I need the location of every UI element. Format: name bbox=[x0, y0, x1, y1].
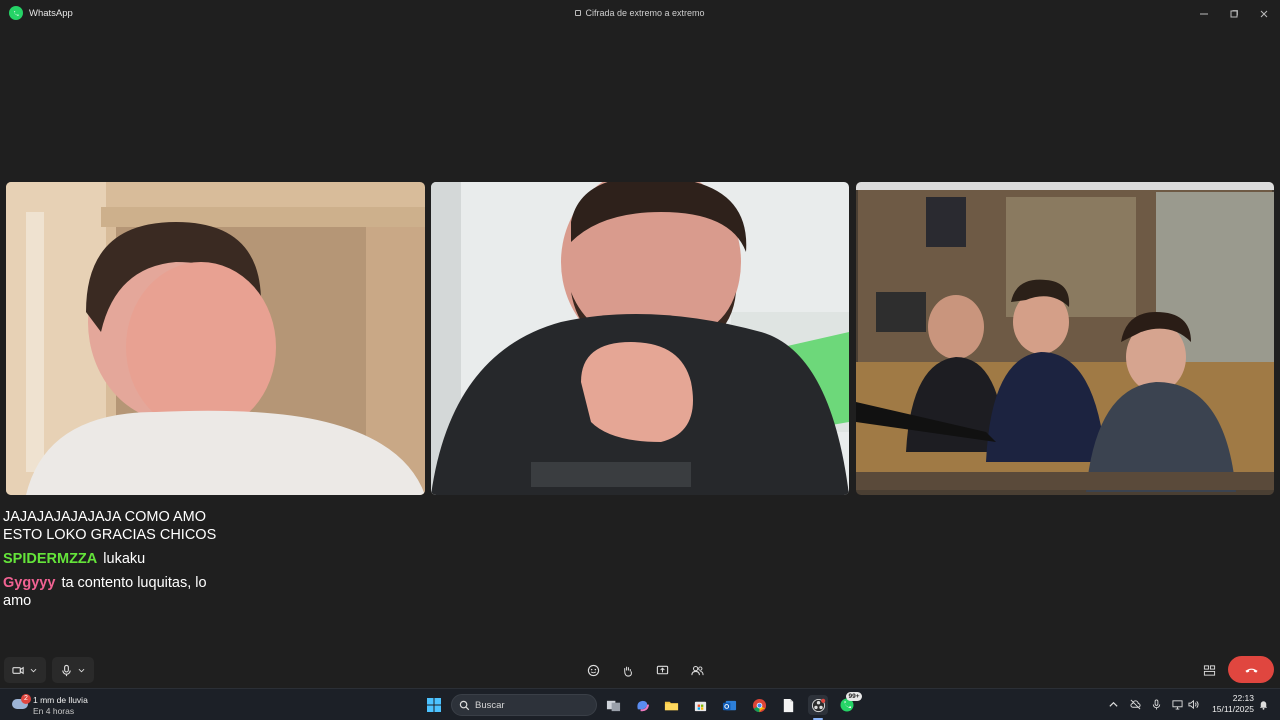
taskbar-search[interactable]: Buscar bbox=[451, 694, 597, 716]
title-bar: WhatsApp Cifrada de extremo a extremo bbox=[0, 0, 1280, 28]
file-explorer-button[interactable] bbox=[661, 695, 681, 715]
tray-overflow-button[interactable] bbox=[1106, 697, 1120, 711]
minimize-button[interactable] bbox=[1188, 0, 1220, 28]
participant-video-1[interactable] bbox=[6, 182, 425, 495]
participant-video-3[interactable] bbox=[856, 182, 1274, 495]
tray-network-button[interactable] bbox=[1170, 697, 1184, 711]
windows-logo-icon bbox=[427, 698, 441, 712]
share-screen-icon bbox=[656, 665, 668, 674]
emoji-icon bbox=[587, 664, 599, 676]
weather-line-2: En 4 horas bbox=[33, 706, 75, 716]
camera-toggle-button[interactable] bbox=[4, 657, 46, 683]
outlook-button[interactable] bbox=[719, 695, 739, 715]
tray-volume-button[interactable] bbox=[1186, 697, 1200, 711]
chat-username: SPIDERMZZA bbox=[3, 551, 98, 567]
notepad-button[interactable] bbox=[778, 695, 798, 715]
notification-badge: 2 bbox=[21, 694, 31, 704]
chrome-icon bbox=[752, 698, 766, 712]
start-button[interactable] bbox=[424, 695, 444, 715]
folder-icon bbox=[664, 701, 678, 710]
chat-message-text: JAJAJAJAJAJAJA COMO AMO ESTO LOKO GRACIA… bbox=[3, 509, 217, 543]
call-controls-bar bbox=[0, 652, 1280, 688]
encryption-label: Cifrada de extremo a extremo bbox=[585, 8, 705, 18]
participant-video-1-frame bbox=[6, 182, 425, 495]
close-button[interactable] bbox=[1248, 0, 1280, 28]
document-icon bbox=[783, 698, 793, 712]
video-camera-icon bbox=[12, 666, 24, 674]
add-participant-icon bbox=[690, 665, 704, 675]
store-button[interactable] bbox=[690, 695, 710, 715]
raise-hand-button[interactable] bbox=[616, 657, 638, 683]
tray-microphone-button[interactable] bbox=[1149, 697, 1163, 711]
tray-cloud-button[interactable] bbox=[1128, 697, 1142, 711]
microphone-toggle-button[interactable] bbox=[52, 657, 94, 683]
task-view-icon bbox=[606, 700, 620, 711]
chat-message: SPIDERMZZA lukaku bbox=[3, 550, 233, 568]
speaker-icon bbox=[1187, 699, 1199, 709]
task-view-button[interactable] bbox=[603, 695, 623, 715]
raise-hand-icon bbox=[623, 666, 632, 677]
participant-video-3-frame bbox=[856, 182, 1274, 495]
participant-video-2-frame bbox=[431, 182, 849, 495]
copilot-button[interactable] bbox=[632, 695, 652, 715]
copilot-icon bbox=[636, 700, 649, 711]
cloud-off-icon bbox=[1129, 699, 1141, 709]
recording-app-icon bbox=[811, 698, 825, 712]
share-screen-button[interactable] bbox=[651, 657, 673, 683]
obs-button[interactable] bbox=[808, 695, 828, 715]
encryption-status: Cifrada de extremo a extremo bbox=[0, 8, 1280, 18]
participant-video-2[interactable] bbox=[431, 182, 849, 495]
chevron-down-icon bbox=[78, 668, 85, 672]
chat-message-text: lukaku bbox=[103, 551, 146, 567]
system-clock[interactable]: 22:13 15/11/2025 bbox=[1204, 693, 1254, 715]
chat-message: Gygyyy ta contento luquitas, lo amo bbox=[3, 574, 233, 610]
chevron-up-icon bbox=[1108, 701, 1118, 707]
layout-grid-icon bbox=[1203, 664, 1215, 676]
whatsapp-unread-badge: 99+ bbox=[846, 692, 862, 701]
chat-username: Gygyyy bbox=[3, 575, 56, 591]
mail-icon bbox=[722, 700, 736, 710]
chevron-down-icon bbox=[30, 668, 37, 672]
microphone-icon bbox=[62, 664, 71, 676]
clock-date: 15/11/2025 bbox=[1212, 704, 1254, 714]
bell-icon bbox=[1259, 700, 1267, 710]
chat-message: JAJAJAJAJAJAJA COMO AMO ESTO LOKO GRACIA… bbox=[3, 508, 233, 544]
reactions-button[interactable] bbox=[582, 657, 604, 683]
weather-widget[interactable]: 2 1 mm de lluvia En 4 horas bbox=[10, 693, 130, 717]
search-placeholder: Buscar bbox=[475, 700, 505, 711]
end-call-icon bbox=[1244, 668, 1258, 673]
chrome-button[interactable] bbox=[749, 695, 769, 715]
end-call-button[interactable] bbox=[1228, 656, 1274, 683]
add-participant-button[interactable] bbox=[686, 657, 708, 683]
weather-line-1: 1 mm de lluvia bbox=[33, 695, 88, 705]
microphone-icon bbox=[1152, 698, 1160, 710]
clock-time: 22:13 bbox=[1232, 693, 1254, 703]
store-icon bbox=[694, 701, 706, 711]
notifications-button[interactable] bbox=[1256, 697, 1270, 711]
windows-taskbar: 2 1 mm de lluvia En 4 horas Buscar 99+ 2… bbox=[0, 688, 1280, 720]
chat-overlay: JAJAJAJAJAJAJA COMO AMO ESTO LOKO GRACIA… bbox=[3, 508, 233, 616]
network-icon bbox=[1171, 699, 1183, 710]
maximize-button[interactable] bbox=[1218, 0, 1250, 28]
search-icon bbox=[459, 700, 470, 711]
lock-icon bbox=[575, 10, 582, 16]
layout-button[interactable] bbox=[1198, 657, 1220, 683]
